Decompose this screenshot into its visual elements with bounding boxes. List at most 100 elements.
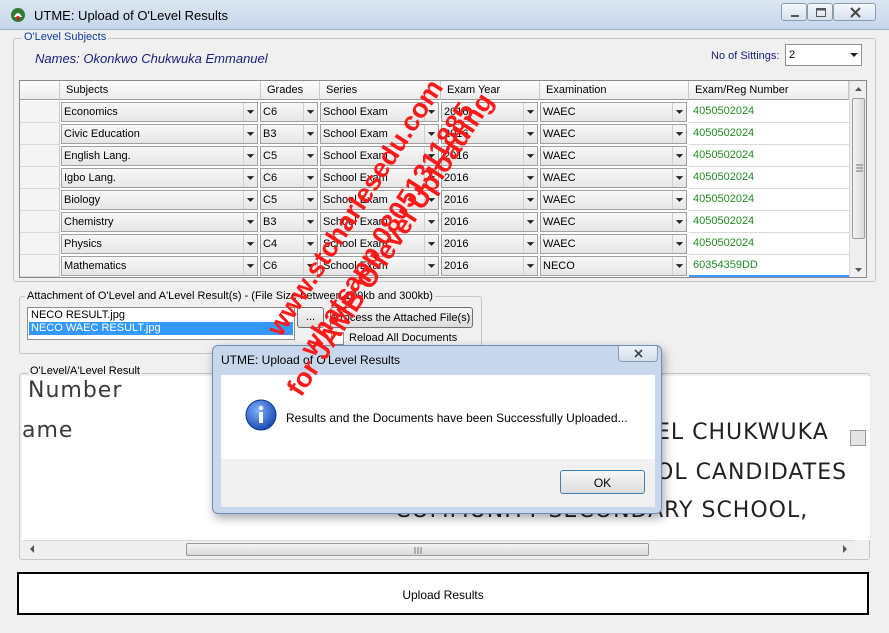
row-header[interactable]: [20, 211, 60, 233]
examination-select[interactable]: WAEC: [540, 168, 687, 188]
exam-year-value: 2016: [444, 216, 469, 228]
subject-value: English Lang.: [64, 150, 131, 162]
process-attached-files-button[interactable]: Process the Attached File(s): [330, 307, 473, 328]
grade-select[interactable]: C5: [260, 146, 318, 166]
subject-select[interactable]: Economics: [61, 102, 258, 122]
examination-select[interactable]: NECO: [540, 256, 687, 276]
series-select[interactable]: School Exam: [320, 256, 439, 276]
row-header[interactable]: [20, 101, 60, 123]
row-header[interactable]: [20, 233, 60, 255]
result-scroll-thumb[interactable]: [186, 543, 649, 556]
close-icon: [850, 7, 861, 18]
close-button[interactable]: [833, 3, 876, 21]
subject-select[interactable]: Physics: [61, 234, 258, 254]
browse-button[interactable]: ...: [297, 307, 324, 328]
series-select[interactable]: School Exam: [320, 234, 439, 254]
dialog-body: Results and the Documents have been Succ…: [221, 375, 655, 459]
grade-select[interactable]: C6: [260, 256, 318, 276]
result-view-vscroll-thumb[interactable]: [850, 430, 866, 446]
examination-select[interactable]: WAEC: [540, 212, 687, 232]
doc-line-candidates: OL CANDIDATES: [656, 460, 848, 485]
subject-select[interactable]: Civic Education: [61, 124, 258, 144]
row-header[interactable]: [20, 167, 60, 189]
series-value: School Exam: [323, 260, 388, 272]
subject-value: Physics: [64, 238, 102, 250]
grade-select[interactable]: C4: [260, 234, 318, 254]
row-header[interactable]: [20, 145, 60, 167]
chevron-down-icon: [243, 257, 255, 275]
exam-year-select[interactable]: 2016: [441, 168, 538, 188]
reg-number-cell[interactable]: 4050502024: [689, 123, 849, 145]
sittings-select[interactable]: 2: [785, 44, 862, 66]
upload-results-button[interactable]: Upload Results: [17, 572, 869, 615]
grade-select[interactable]: B3: [260, 124, 318, 144]
subject-value: Igbo Lang.: [64, 172, 116, 184]
reg-number-cell[interactable]: 4050502024: [689, 101, 849, 123]
reg-number-cell[interactable]: 4050502024: [689, 233, 849, 255]
scroll-right-icon[interactable]: [838, 541, 852, 557]
series-select[interactable]: School Exam: [320, 124, 439, 144]
exam-year-select[interactable]: 2016: [441, 102, 538, 122]
examination-select[interactable]: WAEC: [540, 190, 687, 210]
chevron-down-icon: [523, 147, 535, 165]
chevron-down-icon: [672, 147, 684, 165]
reg-number-cell[interactable]: 4050502024: [689, 211, 849, 233]
grade-select[interactable]: C6: [260, 102, 318, 122]
grade-select[interactable]: C6: [260, 168, 318, 188]
chevron-down-icon: [672, 103, 684, 121]
grid-vertical-scrollbar[interactable]: [849, 81, 866, 277]
series-value: School Exam: [323, 194, 388, 206]
exam-year-select[interactable]: 2016: [441, 212, 538, 232]
maximize-button[interactable]: [807, 3, 833, 21]
exam-year-select[interactable]: 2016: [441, 146, 538, 166]
chevron-down-icon: [672, 191, 684, 209]
reg-number-cell[interactable]: 4050502024: [689, 189, 849, 211]
subject-select[interactable]: Igbo Lang.: [61, 168, 258, 188]
examination-select[interactable]: WAEC: [540, 234, 687, 254]
attached-files-list[interactable]: NECO RESULT.jpg NECO WAEC RESULT.jpg: [27, 307, 295, 340]
grid-scroll-thumb[interactable]: [852, 98, 865, 239]
attached-file-item[interactable]: NECO RESULT.jpg: [29, 309, 293, 322]
series-select[interactable]: School Exam: [320, 190, 439, 210]
reg-number-cell[interactable]: 4050502024: [689, 167, 849, 189]
subject-select[interactable]: Mathematics: [61, 256, 258, 276]
examination-select[interactable]: WAEC: [540, 124, 687, 144]
ok-button[interactable]: OK: [560, 470, 645, 494]
grade-select[interactable]: C5: [260, 190, 318, 210]
examination-select[interactable]: WAEC: [540, 102, 687, 122]
examination-select[interactable]: WAEC: [540, 146, 687, 166]
series-select[interactable]: School Exam: [320, 212, 439, 232]
row-header[interactable]: [20, 255, 60, 277]
chevron-down-icon: [424, 103, 436, 121]
chevron-down-icon: [303, 213, 315, 231]
exam-year-select[interactable]: 2016: [441, 124, 538, 144]
chevron-down-icon: [672, 125, 684, 143]
scroll-left-icon[interactable]: [25, 541, 39, 557]
chevron-down-icon: [424, 235, 436, 253]
series-select[interactable]: School Exam: [320, 102, 439, 122]
scroll-down-icon[interactable]: [850, 263, 867, 277]
subject-select[interactable]: Chemistry: [61, 212, 258, 232]
chevron-down-icon: [424, 257, 436, 275]
chevron-down-icon: [303, 235, 315, 253]
row-header[interactable]: [20, 189, 60, 211]
attached-file-item-selected[interactable]: NECO WAEC RESULT.jpg: [29, 322, 293, 335]
subject-select[interactable]: English Lang.: [61, 146, 258, 166]
series-select[interactable]: School Exam: [320, 168, 439, 188]
scroll-up-icon[interactable]: [850, 82, 867, 96]
row-header[interactable]: [20, 123, 60, 145]
minimize-button[interactable]: [781, 3, 807, 21]
result-horizontal-scrollbar[interactable]: [23, 540, 854, 557]
dialog-close-button[interactable]: [618, 346, 658, 362]
subject-select[interactable]: Biology: [61, 190, 258, 210]
window-title: UTME: Upload of O'Level Results: [34, 8, 228, 23]
reg-number-cell[interactable]: 60354359DD: [689, 255, 849, 277]
reload-documents-checkbox[interactable]: [331, 332, 344, 345]
reg-number-cell[interactable]: 4050502024: [689, 145, 849, 167]
exam-year-select[interactable]: 2016: [441, 190, 538, 210]
doc-line-candidate-name: EL CHUKWUKA: [656, 420, 829, 445]
exam-year-select[interactable]: 2016: [441, 256, 538, 276]
series-select[interactable]: School Exam: [320, 146, 439, 166]
grade-select[interactable]: B3: [260, 212, 318, 232]
exam-year-select[interactable]: 2016: [441, 234, 538, 254]
